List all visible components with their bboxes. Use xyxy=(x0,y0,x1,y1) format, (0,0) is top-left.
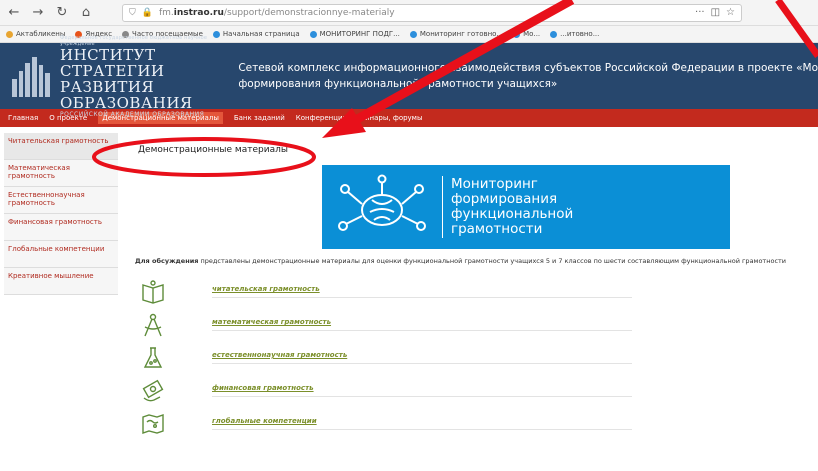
material-link-financial[interactable]: финансовая грамотность xyxy=(212,384,632,397)
sidebar-item-creative[interactable]: Креативное мышление xyxy=(4,268,118,295)
shield-icon: ⛉ xyxy=(129,7,136,18)
sidebar-item-financial[interactable]: Финансовая грамотность xyxy=(4,214,118,241)
nav-home[interactable]: Главная xyxy=(8,114,38,122)
back-icon[interactable]: ← xyxy=(6,5,22,20)
url-text: fm.instrao.ru/support/demonstracionnye-m… xyxy=(158,7,395,18)
organization-name: Федеральное государственное бюджетное на… xyxy=(60,34,208,118)
sidebar-item-science[interactable]: Естественнонаучная грамотность xyxy=(4,187,118,214)
bookmark-item[interactable]: Мо... xyxy=(513,30,540,38)
money-icon xyxy=(140,378,166,404)
page-content: Читательская грамотность Математическая … xyxy=(0,127,818,440)
bookmark-item[interactable]: Актабликены xyxy=(6,30,65,38)
bookmark-item[interactable]: ...итовно... xyxy=(550,30,599,38)
bookmark-item[interactable]: Мониторинг готовно... xyxy=(409,30,503,38)
monitoring-banner[interactable]: Мониторинг формирования функциональной г… xyxy=(322,165,730,249)
site-title: Сетевой комплекс информационного взаимод… xyxy=(238,62,818,90)
flask-icon xyxy=(140,345,166,371)
lock-icon: 🔒 xyxy=(141,7,153,18)
banner-text: Мониторинг формирования функциональной г… xyxy=(451,176,574,237)
institute-logo-icon[interactable] xyxy=(12,55,51,97)
list-item: глобальные компетенции xyxy=(132,407,818,440)
material-link-reading[interactable]: читательская грамотность xyxy=(212,285,632,298)
bookmark-item[interactable]: Начальная страница xyxy=(212,30,300,38)
globe-map-icon xyxy=(140,411,166,437)
nav-task-bank[interactable]: Банк заданий xyxy=(234,114,285,122)
page-title: Демонстрационные материалы xyxy=(138,145,288,155)
material-link-math[interactable]: математическая грамотность xyxy=(212,318,632,331)
home-icon[interactable]: ⌂ xyxy=(78,5,94,20)
url-bar[interactable]: ⛉ 🔒 fm.instrao.ru/support/demonstracionn… xyxy=(122,3,742,22)
list-item: читательская грамотность xyxy=(132,275,818,308)
compass-icon xyxy=(140,312,166,338)
material-link-global[interactable]: глобальные компетенции xyxy=(212,417,632,430)
list-item: финансовая грамотность xyxy=(132,374,818,407)
sidebar-item-math[interactable]: Математическая грамотность xyxy=(4,160,118,187)
materials-list: читательская грамотность математическая … xyxy=(132,265,818,440)
book-icon xyxy=(140,279,166,305)
sidebar-item-reading[interactable]: Читательская грамотность xyxy=(4,133,118,160)
brain-network-icon xyxy=(322,165,442,249)
material-link-science[interactable]: естественнонаучная грамотность xyxy=(212,351,632,364)
browser-toolbar: ← → ↻ ⌂ ⛉ 🔒 fm.instrao.ru/support/demons… xyxy=(0,0,818,26)
star-icon[interactable]: ☆ xyxy=(726,7,735,18)
list-item: математическая грамотность xyxy=(132,308,818,341)
site-header: Федеральное государственное бюджетное на… xyxy=(0,35,818,118)
bookmark-item[interactable]: МОНИТОРИНГ ПОДГ... xyxy=(309,30,400,38)
page-actions-icon[interactable]: ··· xyxy=(695,7,705,18)
banner-divider xyxy=(442,176,443,238)
main-content: Демонстрационные материалы Мониторинг фо… xyxy=(124,127,818,440)
list-item: естественнонаучная грамотность xyxy=(132,341,818,374)
reload-icon[interactable]: ↻ xyxy=(54,5,70,20)
forward-icon[interactable]: → xyxy=(30,5,46,20)
pocket-icon[interactable]: ◫ xyxy=(711,7,720,18)
intro-text: Для обсуждения представлены демонстрацио… xyxy=(135,257,787,265)
nav-conferences[interactable]: Конференции, семинары, форумы xyxy=(296,114,423,122)
sidebar-item-global[interactable]: Глобальные компетенции xyxy=(4,241,118,268)
sidebar: Читательская грамотность Математическая … xyxy=(0,127,124,440)
